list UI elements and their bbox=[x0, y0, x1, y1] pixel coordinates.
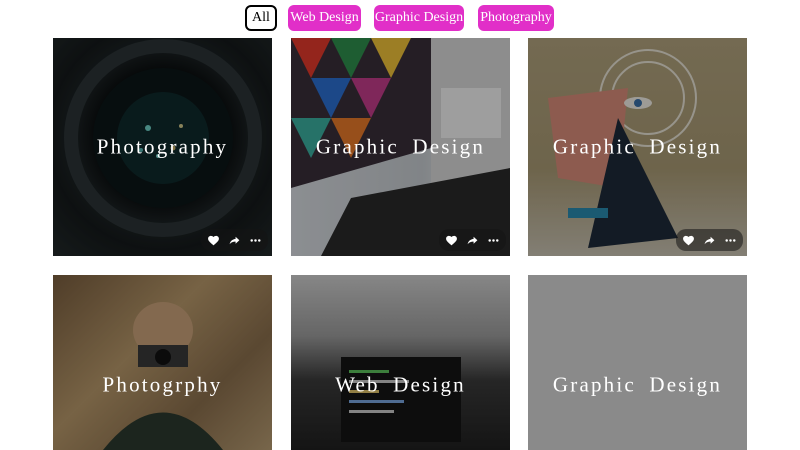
share-icon[interactable] bbox=[228, 234, 241, 247]
share-icon[interactable] bbox=[466, 234, 479, 247]
card-caption: Graphic Design bbox=[552, 372, 723, 397]
image-overlay bbox=[53, 275, 272, 450]
gallery-card[interactable]: Photogrphy bbox=[53, 275, 272, 450]
more-icon[interactable] bbox=[724, 234, 737, 247]
heart-icon[interactable] bbox=[207, 234, 220, 247]
image-overlay bbox=[291, 275, 510, 450]
card-actions bbox=[676, 229, 743, 251]
card-caption: Photography bbox=[96, 134, 229, 159]
gallery-card[interactable]: Graphic Design bbox=[291, 38, 510, 256]
gallery-card[interactable]: Web Design bbox=[291, 275, 510, 450]
filter-graphic-design-button[interactable]: Graphic Design bbox=[374, 5, 464, 31]
more-icon[interactable] bbox=[487, 234, 500, 247]
gallery-card[interactable]: Graphic Design bbox=[528, 275, 747, 450]
filter-web-design-button[interactable]: Web Design bbox=[288, 5, 361, 31]
card-caption: Graphic Design bbox=[315, 134, 486, 159]
placeholder-image bbox=[528, 275, 747, 450]
filter-bar: All Web Design Graphic Design Photograph… bbox=[0, 5, 800, 33]
card-caption: Graphic Design bbox=[552, 134, 723, 159]
gallery-card[interactable]: Graphic Design bbox=[528, 38, 747, 256]
filter-photography-button[interactable]: Photography bbox=[478, 5, 554, 31]
more-icon[interactable] bbox=[249, 234, 262, 247]
share-icon[interactable] bbox=[703, 234, 716, 247]
card-caption: Photogrphy bbox=[102, 372, 223, 397]
card-actions bbox=[201, 229, 268, 251]
filter-all-button[interactable]: All bbox=[245, 5, 277, 31]
card-caption: Web Design bbox=[335, 372, 466, 397]
heart-icon[interactable] bbox=[682, 234, 695, 247]
heart-icon[interactable] bbox=[445, 234, 458, 247]
gallery-card[interactable]: Photography bbox=[53, 38, 272, 256]
card-actions bbox=[439, 229, 506, 251]
